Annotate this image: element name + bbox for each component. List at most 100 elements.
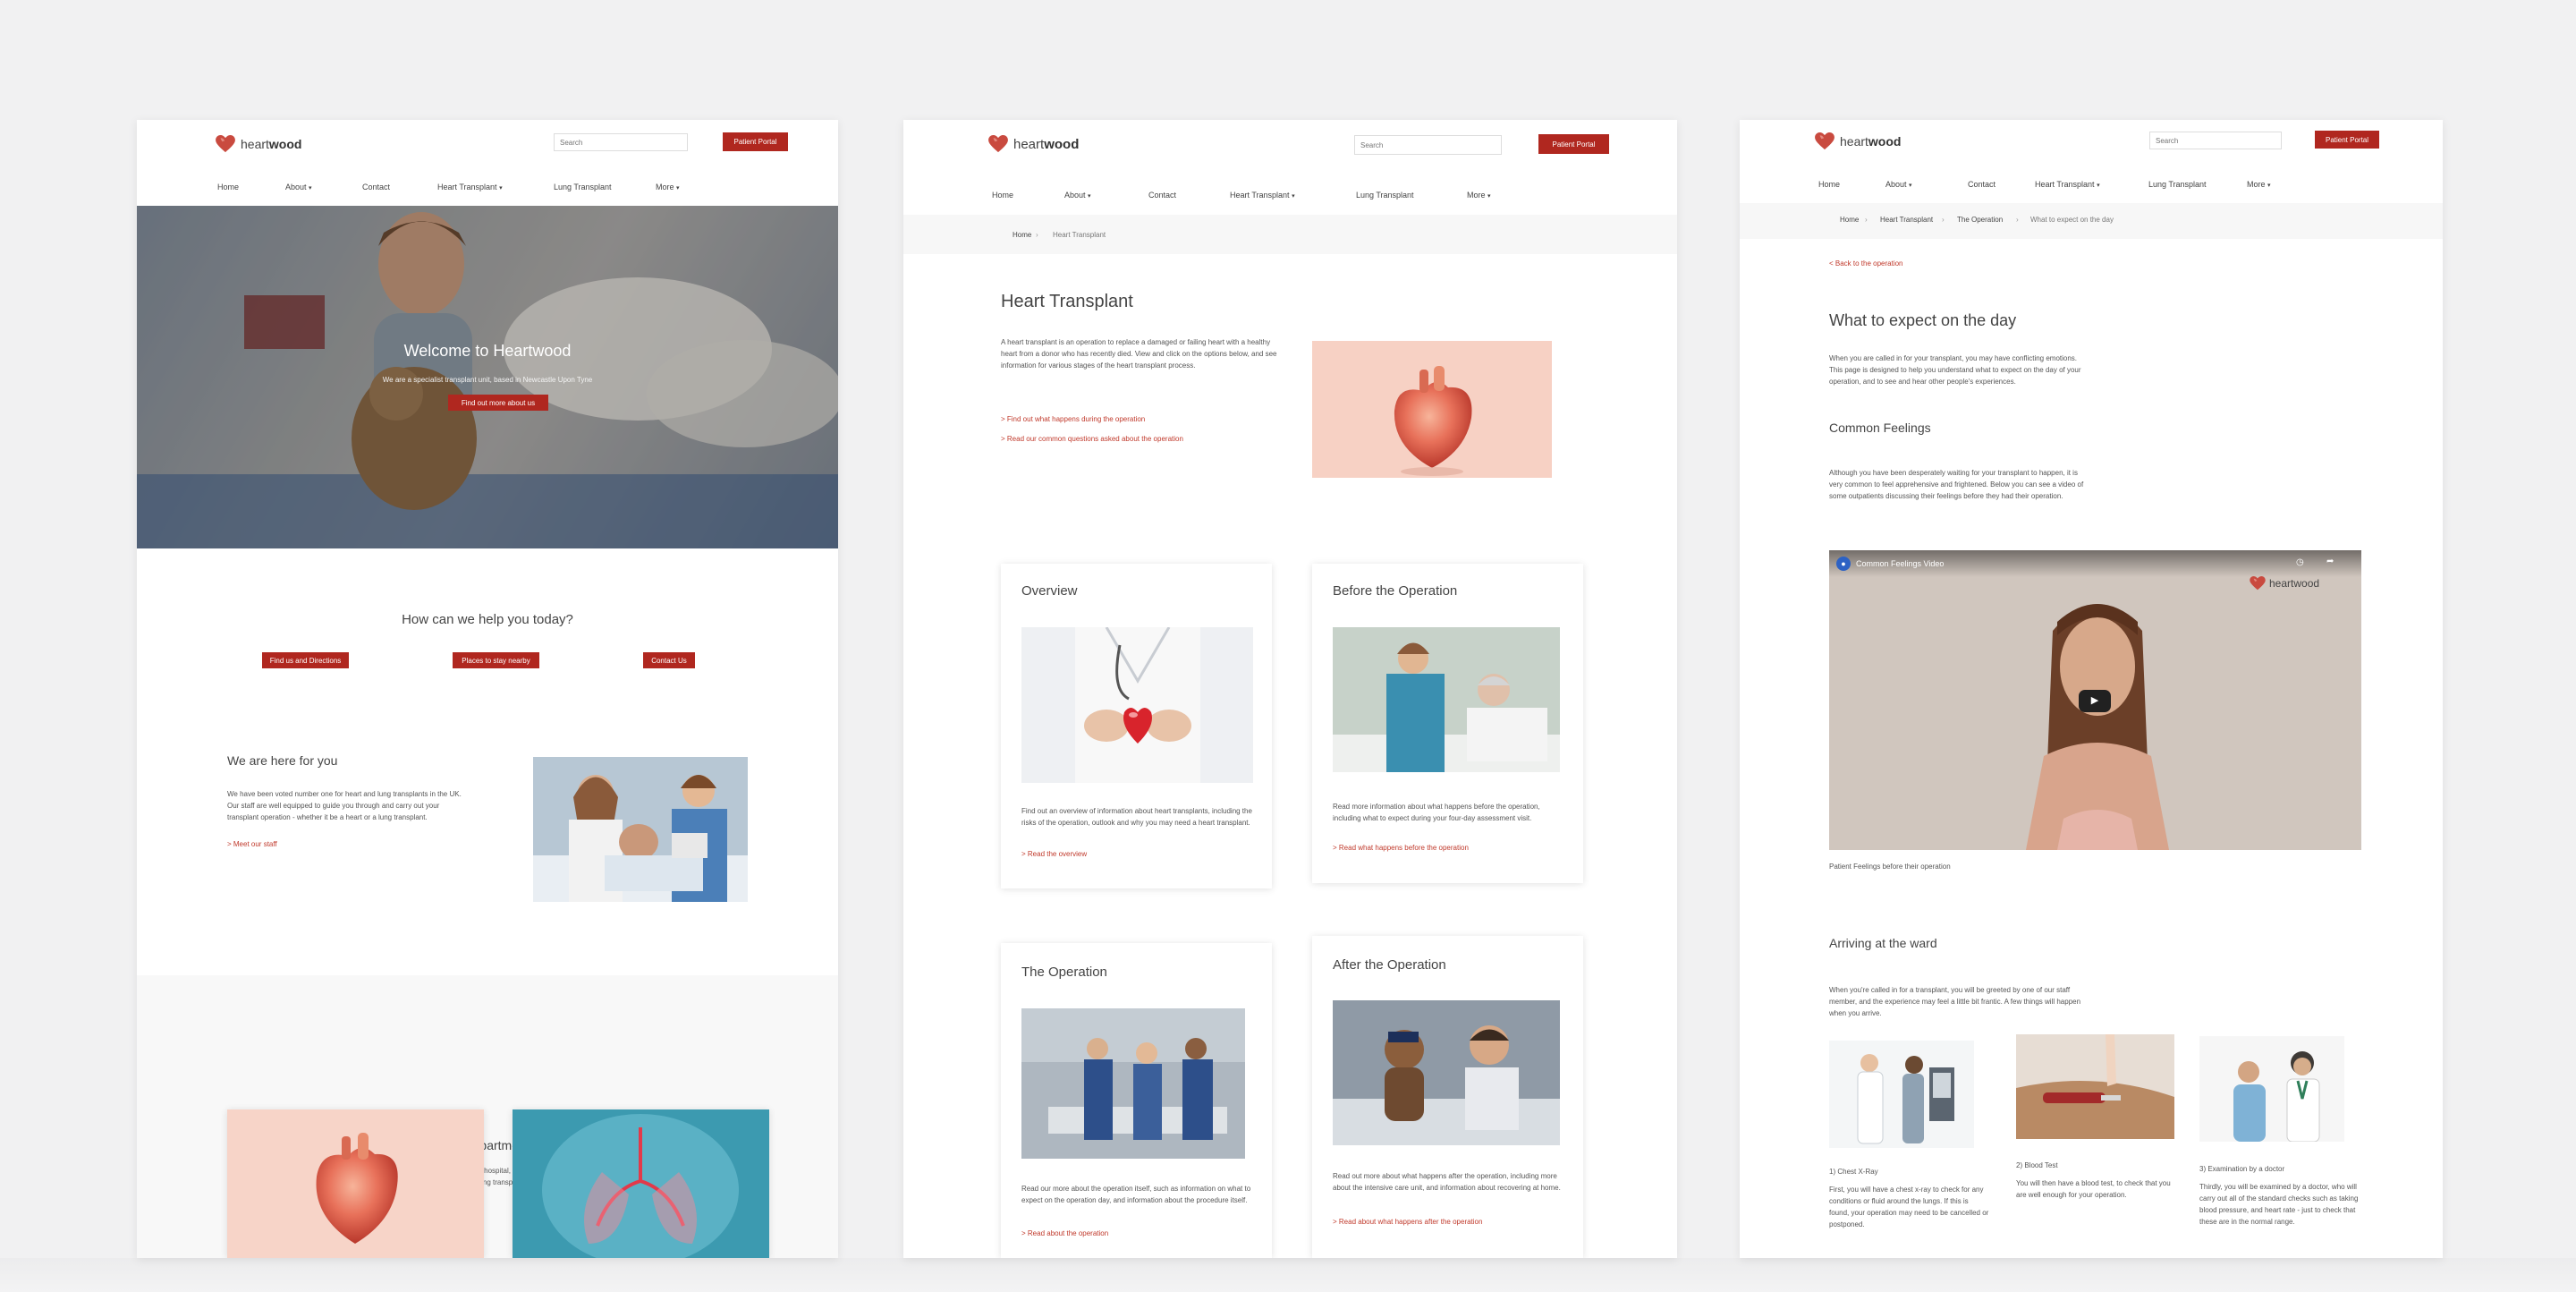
breadcrumb-operation[interactable]: The Operation <box>1957 216 2003 224</box>
before-operation-card-text: Read more information about what happens… <box>1333 803 1540 822</box>
operation-card[interactable]: The Operation Read our more about the op… <box>1001 943 1272 1258</box>
patient-portal-button[interactable]: Patient Portal <box>723 132 788 151</box>
nav-home[interactable]: Home <box>1818 180 1840 189</box>
step-1-label: 1) Chest X-Ray <box>1829 1168 1878 1176</box>
search-input[interactable] <box>1354 135 1502 155</box>
nav-more-label: More <box>1467 191 1486 200</box>
play-button[interactable]: ▶ <box>2079 690 2111 712</box>
nav-more[interactable]: More ▾ <box>1467 191 1491 200</box>
before-operation-card[interactable]: Before the Operation Read more informati… <box>1312 564 1583 883</box>
before-operation-card-link[interactable]: > Read what happens before the operation <box>1333 844 1469 852</box>
blood-test-image <box>2016 1034 2174 1139</box>
breadcrumb: Home › Heart Transplant <box>903 215 1677 254</box>
step-1-text: First, you will have a chest x-ray to ch… <box>1829 1186 1989 1228</box>
nav-contact[interactable]: Contact <box>1148 191 1176 200</box>
contact-us-button[interactable]: Contact Us <box>643 652 695 668</box>
nav-contact[interactable]: Contact <box>362 183 390 191</box>
chevron-down-icon: ▾ <box>676 185 680 191</box>
chevron-down-icon: ▾ <box>2097 183 2100 189</box>
brand-bold: wood <box>268 137 302 151</box>
places-to-stay-button[interactable]: Places to stay nearby <box>453 652 539 668</box>
step-3-text: Thirdly, you will be examined by a docto… <box>2199 1183 2359 1226</box>
arriving-title: Arriving at the ward <box>1829 936 1937 950</box>
nav-more[interactable]: More ▾ <box>656 183 680 191</box>
questions-link[interactable]: > Read our common questions asked about … <box>1001 435 1183 443</box>
overview-card-link[interactable]: > Read the overview <box>1021 850 1087 858</box>
chevron-down-icon: ▾ <box>1088 193 1091 200</box>
watermark-brand-bold: wood <box>2293 577 2320 590</box>
brand-light: heart <box>1013 136 1045 152</box>
hero-find-out-button[interactable]: Find out more about us <box>448 395 548 411</box>
chest-xray-illustration <box>1829 1041 1974 1148</box>
meet-staff-link[interactable]: > Meet our staff <box>227 840 277 848</box>
step-2-label: 2) Blood Test <box>2016 1161 2058 1169</box>
nav-about[interactable]: About ▾ <box>285 183 312 191</box>
breadcrumb-home[interactable]: Home <box>1840 216 1859 224</box>
search-input[interactable] <box>2149 132 2282 149</box>
heart-logo-icon <box>988 135 1008 153</box>
nav-home[interactable]: Home <box>217 183 239 191</box>
breadcrumb-heart[interactable]: Heart Transplant <box>1880 216 1933 224</box>
after-operation-card-title: After the Operation <box>1333 957 1446 973</box>
operation-link[interactable]: > Find out what happens during the opera… <box>1001 415 1145 423</box>
nav-heart-transplant[interactable]: Heart Transplant ▾ <box>437 183 503 191</box>
operation-card-title: The Operation <box>1021 965 1107 980</box>
breadcrumb-separator: › <box>1036 231 1038 239</box>
site-header: heartwood Patient Portal Home About ▾ Co… <box>903 120 1677 215</box>
nav-about[interactable]: About ▾ <box>1885 180 1912 189</box>
chevron-down-icon: ▾ <box>2267 183 2271 189</box>
overview-card[interactable]: Overview Find out an overview of informa… <box>1001 564 1272 888</box>
logo[interactable]: heartwood <box>216 135 301 153</box>
patient-portal-button[interactable]: Patient Portal <box>1538 134 1609 154</box>
chest-xray-image <box>1829 1041 1974 1148</box>
breadcrumb-separator: › <box>2016 216 2019 224</box>
nav-lung-transplant[interactable]: Lung Transplant <box>2148 180 2207 189</box>
directions-button[interactable]: Find us and Directions <box>262 652 349 668</box>
site-header: heartwood Patient Portal Home About ▾ Co… <box>1740 120 2443 203</box>
share-icon[interactable]: ➦ <box>2326 557 2334 566</box>
search-input[interactable] <box>554 133 688 151</box>
breadcrumb-current: What to expect on the day <box>2030 216 2114 224</box>
page-title: Heart Transplant <box>1001 292 1133 311</box>
nav-home[interactable]: Home <box>992 191 1013 200</box>
logo[interactable]: heartwood <box>988 135 1079 153</box>
nav-lung-transplant[interactable]: Lung Transplant <box>1356 191 1414 200</box>
channel-avatar-icon[interactable]: ● <box>1836 557 1851 571</box>
arriving-text: When you're called in for a transplant, … <box>1829 986 2081 1017</box>
back-link[interactable]: < Back to the operation <box>1829 259 1903 268</box>
breadcrumb-home[interactable]: Home <box>1013 231 1031 239</box>
nav-lung-transplant[interactable]: Lung Transplant <box>554 183 612 191</box>
heart-illustration <box>1312 341 1552 478</box>
after-operation-card[interactable]: After the Operation Read out more about … <box>1312 936 1583 1258</box>
step-3-label: 3) Examination by a doctor <box>2199 1165 2285 1173</box>
nav-about-label: About <box>1885 180 1907 189</box>
examination-illustration <box>2199 1036 2344 1142</box>
video-player[interactable]: ● Common Feelings Video ◷ ➦ heartwood ▶ <box>1829 550 2361 850</box>
here-for-you-title: We are here for you <box>227 753 338 768</box>
lung-department-card[interactable] <box>513 1109 769 1258</box>
heart-transplant-page-panel: heartwood Patient Portal Home About ▾ Co… <box>903 120 1677 1258</box>
nav-more[interactable]: More ▾ <box>2247 180 2271 189</box>
nurse-with-patient-image <box>1333 627 1560 772</box>
help-title: How can we help you today? <box>402 612 573 627</box>
watch-later-icon[interactable]: ◷ <box>2296 557 2304 567</box>
nav-more-label: More <box>2247 180 2266 189</box>
brand-light: heart <box>1840 134 1868 149</box>
page-title: What to expect on the day <box>1829 311 2017 329</box>
nav-heart-transplant[interactable]: Heart Transplant ▾ <box>1230 191 1295 200</box>
nav-about[interactable]: About ▾ <box>1064 191 1091 200</box>
watermark-brand-light: heart <box>2269 577 2294 590</box>
video-title[interactable]: Common Feelings Video <box>1856 559 1944 568</box>
video-watermark-logo: heartwood <box>2250 576 2319 591</box>
patient-portal-button[interactable]: Patient Portal <box>2315 131 2379 149</box>
surgical-team-image <box>1021 1008 1245 1159</box>
after-operation-card-link[interactable]: > Read about what happens after the oper… <box>1333 1218 1482 1226</box>
chevron-down-icon: ▾ <box>1292 193 1295 200</box>
brand-light: heart <box>241 137 269 151</box>
logo[interactable]: heartwood <box>1815 132 1901 150</box>
operation-card-link[interactable]: > Read about the operation <box>1021 1229 1108 1237</box>
nav-heart-transplant[interactable]: Heart Transplant ▾ <box>2035 180 2100 189</box>
nav-contact[interactable]: Contact <box>1968 180 1996 189</box>
heart-illustration-image <box>1312 341 1552 478</box>
heart-department-card[interactable] <box>227 1109 484 1258</box>
